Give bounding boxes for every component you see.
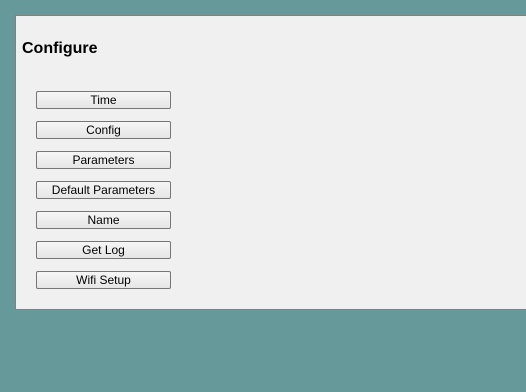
time-button[interactable]: Time [36, 91, 171, 109]
page-title: Configure [22, 40, 98, 57]
button-list: Time Config Parameters Default Parameter… [36, 91, 171, 301]
name-button[interactable]: Name [36, 211, 171, 229]
get-log-button[interactable]: Get Log [36, 241, 171, 259]
wifi-setup-button[interactable]: Wifi Setup [36, 271, 171, 289]
default-parameters-button[interactable]: Default Parameters [36, 181, 171, 199]
config-button[interactable]: Config [36, 121, 171, 139]
parameters-button[interactable]: Parameters [36, 151, 171, 169]
configure-panel: Configure Time Config Parameters Default… [15, 15, 526, 310]
